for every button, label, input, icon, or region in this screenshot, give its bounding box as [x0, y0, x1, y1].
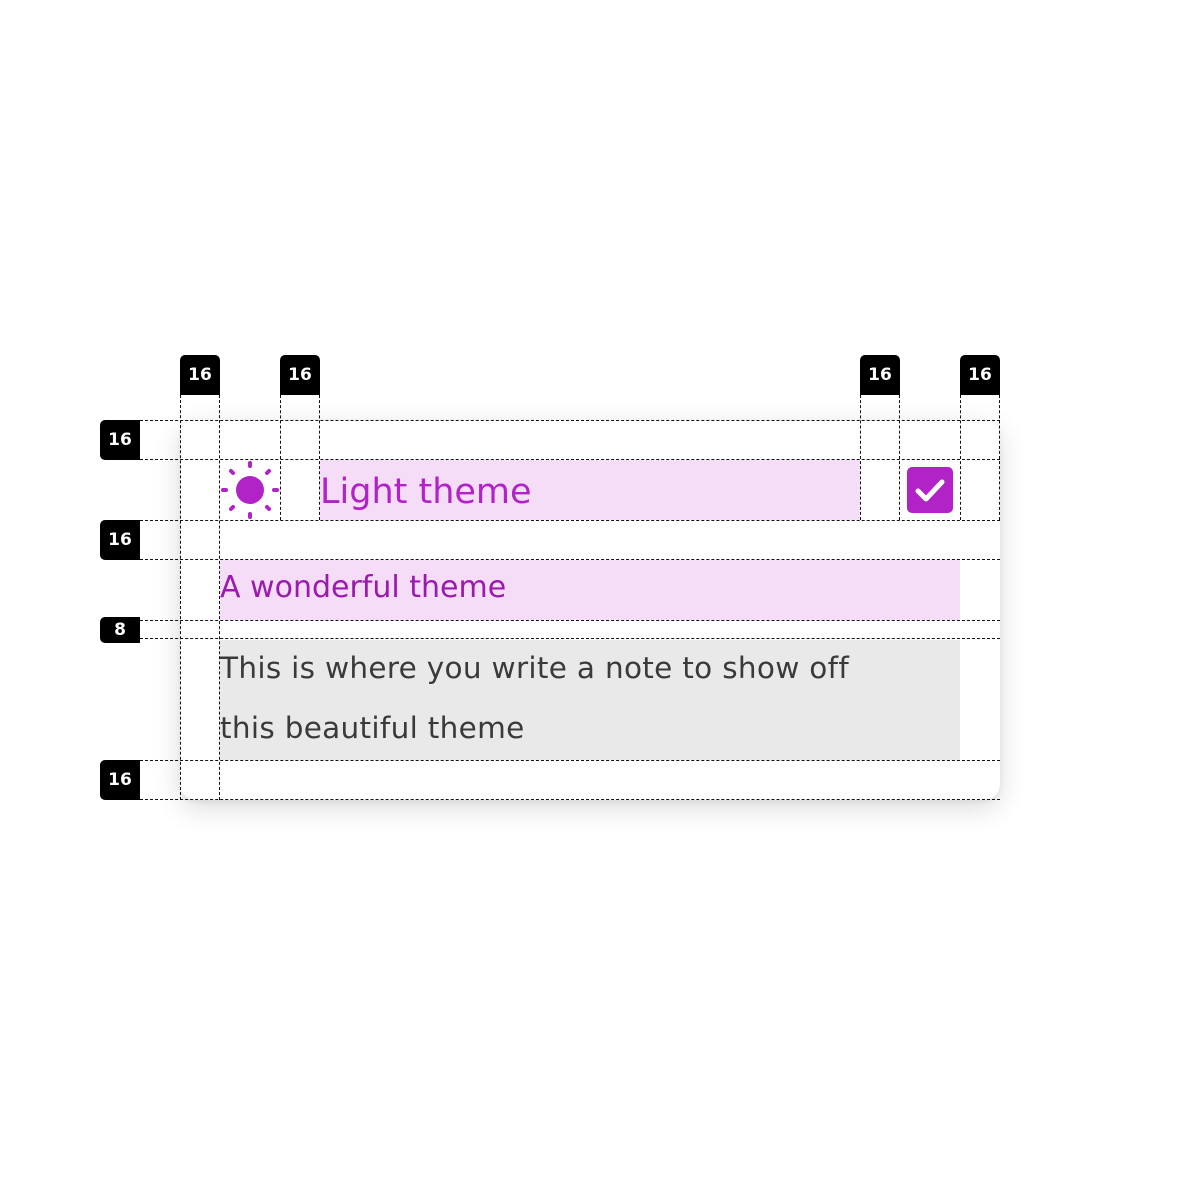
- card-subtitle: A wonderful theme: [220, 570, 507, 605]
- spacing-badge: 16: [100, 420, 140, 460]
- spacing-badge: 8: [100, 617, 140, 643]
- guide-line: [960, 395, 961, 520]
- guide-line: [180, 395, 181, 800]
- guide-line: [860, 395, 861, 520]
- sun-icon: [221, 461, 279, 519]
- guide-line: [319, 395, 320, 520]
- guide-line: [140, 459, 1000, 460]
- theme-checkbox[interactable]: [907, 467, 953, 513]
- guide-line: [140, 799, 1000, 800]
- guide-line: [280, 395, 281, 520]
- guide-line: [140, 620, 1000, 621]
- guide-line: [219, 395, 220, 800]
- spacing-badge: 16: [860, 355, 900, 395]
- card-description-line-2: this beautiful theme: [220, 711, 525, 745]
- guide-line: [140, 638, 1000, 639]
- spacing-badge: 16: [960, 355, 1000, 395]
- spacing-badge: 16: [100, 760, 140, 800]
- spacing-badge: 16: [280, 355, 320, 395]
- guide-line: [140, 559, 1000, 560]
- guide-line: [140, 520, 1000, 521]
- guide-line: [999, 395, 1000, 520]
- card-description-line-1: This is where you write a note to show o…: [220, 651, 850, 685]
- spacing-badge: 16: [100, 520, 140, 560]
- card-title: Light theme: [320, 472, 532, 512]
- guide-line: [140, 760, 1000, 761]
- guide-line: [140, 420, 1000, 421]
- guide-line: [899, 395, 900, 520]
- spacing-badge: 16: [180, 355, 220, 395]
